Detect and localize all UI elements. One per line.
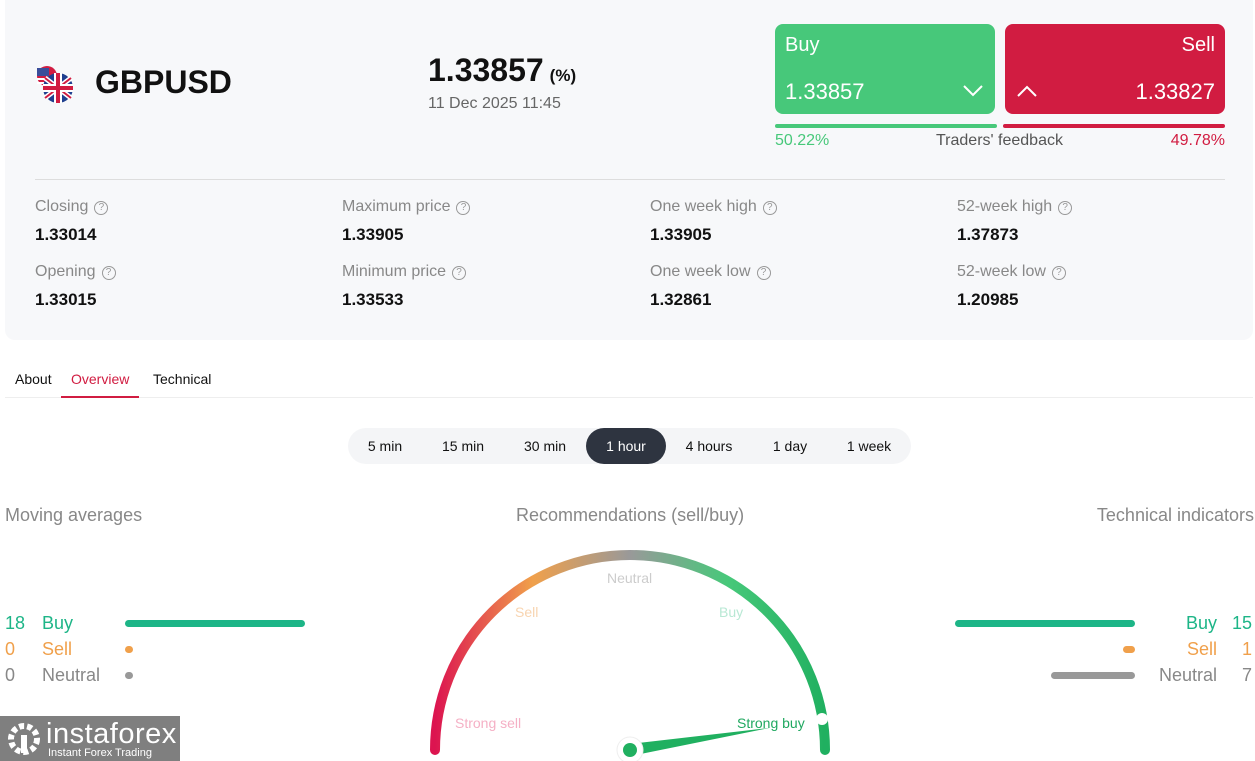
- period-1day[interactable]: 1 day: [752, 428, 828, 464]
- stat-item: 52-week low? 1.20985: [957, 263, 1066, 310]
- gauge-needle: [629, 727, 771, 756]
- tab-overview[interactable]: Overview: [61, 371, 140, 398]
- moving_averages-bar: [125, 646, 133, 653]
- chevron-down-icon: [963, 81, 983, 102]
- stat-value: 1.33905: [342, 225, 404, 244]
- stat-label: Maximum price: [342, 198, 451, 215]
- chevron-up-icon: [1017, 81, 1037, 102]
- gauge-label-strong-sell: Strong sell: [455, 715, 521, 731]
- sell-label: Sell: [1181, 34, 1215, 56]
- tab-bar: About Overview Technical: [5, 360, 1253, 398]
- divider: [35, 179, 1225, 180]
- period-selector: 5 min 15 min 30 min 1 hour 4 hours 1 day…: [348, 428, 911, 464]
- sell-price: 1.33827: [1135, 79, 1215, 104]
- technical-indicators-title: Technical indicators: [1096, 505, 1254, 525]
- moving_averages-label: Neutral: [42, 665, 101, 685]
- stat-item: Minimum price? 1.33533: [342, 263, 467, 310]
- technical_indicators-count: 7: [1241, 665, 1252, 685]
- gauge-label-buy: Buy: [719, 604, 743, 620]
- help-icon[interactable]: ?: [1051, 266, 1066, 280]
- feedback-buy-pct: 50.22%: [775, 132, 830, 149]
- technical_indicators-bar: [1051, 672, 1135, 679]
- stat-value: 1.33015: [35, 290, 97, 309]
- gb-us-flag-icon: [37, 66, 73, 103]
- gauge-label-neutral: Neutral: [607, 570, 652, 586]
- logo-tagline: Instant Forex Trading: [48, 747, 152, 759]
- help-icon[interactable]: ?: [762, 201, 777, 215]
- sell-button[interactable]: Sell 1.33827: [1005, 24, 1225, 114]
- technical_indicators-count: 1: [1241, 639, 1252, 659]
- help-icon[interactable]: ?: [452, 266, 467, 280]
- feedback-label: Traders' feedback: [936, 132, 1063, 149]
- help-icon[interactable]: ?: [101, 266, 116, 280]
- help-icon[interactable]: ?: [1058, 201, 1073, 215]
- recommendations-title: Recommendations (sell/buy): [516, 505, 745, 525]
- technical_indicators-count: 15: [1231, 613, 1252, 633]
- stat-label: One week high: [650, 198, 757, 215]
- help-icon[interactable]: ?: [756, 266, 771, 280]
- instaforex-logo: instaforex Instant Forex Trading: [0, 716, 180, 761]
- stat-value: 1.33533: [342, 290, 404, 309]
- stat-value: 1.33014: [35, 225, 97, 244]
- price-change: (%): [549, 66, 577, 85]
- feedback-sell-pct: 49.78%: [1170, 132, 1225, 149]
- period-30min[interactable]: 30 min: [504, 428, 586, 464]
- stat-label: Opening: [35, 263, 96, 280]
- technical_indicators-label: Sell: [1186, 639, 1217, 659]
- price-value: 1.33857: [428, 52, 544, 88]
- tab-about[interactable]: About: [15, 371, 52, 387]
- current-price: 1.33857 (%): [428, 52, 576, 89]
- technical_indicators-bar: [955, 620, 1135, 627]
- tab-technical[interactable]: Technical: [153, 371, 211, 387]
- moving-averages-title: Moving averages: [5, 505, 143, 525]
- stat-value: 1.33905: [650, 225, 712, 244]
- period-4hours[interactable]: 4 hours: [666, 428, 752, 464]
- moving_averages-count: 18: [5, 613, 26, 633]
- feedback-sell-bar: [1003, 124, 1225, 128]
- buy-button[interactable]: Buy 1.33857: [775, 24, 995, 114]
- stat-value: 1.32861: [650, 290, 712, 309]
- stat-item: 52-week high? 1.37873: [957, 198, 1073, 245]
- stat-label: One week low: [650, 263, 751, 280]
- technical_indicators-label: Neutral: [1158, 665, 1217, 685]
- period-5min[interactable]: 5 min: [348, 428, 422, 464]
- stat-value: 1.37873: [957, 225, 1019, 244]
- stat-label: Minimum price: [342, 263, 447, 280]
- technical_indicators-bar: [1123, 646, 1135, 653]
- symbol-name: GBPUSD: [95, 64, 232, 100]
- moving_averages-count: 0: [5, 639, 16, 659]
- recommendation-gauge: Strong sell Sell Neutral Buy Strong buy: [430, 550, 830, 761]
- stat-label: Closing: [35, 198, 89, 215]
- stat-item: One week low? 1.32861: [650, 263, 771, 310]
- stat-item: Closing? 1.33014: [35, 198, 109, 245]
- moving_averages-bar: [125, 620, 305, 627]
- technical_indicators-label: Buy: [1185, 613, 1217, 633]
- moving_averages-label: Sell: [42, 639, 73, 659]
- needle-hub: [623, 743, 637, 757]
- stat-value: 1.20985: [957, 290, 1019, 309]
- feedback-buy-bar: [775, 124, 997, 128]
- period-1hour[interactable]: 1 hour: [586, 428, 666, 464]
- moving_averages-label: Buy: [42, 613, 74, 633]
- stat-item: Opening? 1.33015: [35, 263, 116, 310]
- gear-logo-icon: [8, 723, 40, 755]
- gauge-label-strong-buy: Strong buy: [737, 715, 805, 731]
- buy-label: Buy: [785, 34, 820, 56]
- help-icon[interactable]: ?: [456, 201, 471, 215]
- period-1week[interactable]: 1 week: [828, 428, 910, 464]
- stat-label: 52-week high: [957, 198, 1053, 215]
- stat-label: 52-week low: [957, 263, 1046, 280]
- moving_averages-bar: [125, 672, 133, 679]
- buy-price: 1.33857: [785, 79, 865, 104]
- gauge-label-sell: Sell: [515, 604, 538, 620]
- stat-item: Maximum price? 1.33905: [342, 198, 471, 245]
- help-icon[interactable]: ?: [94, 201, 109, 215]
- period-15min[interactable]: 15 min: [422, 428, 504, 464]
- gauge-marker: [816, 713, 828, 725]
- price-datetime: 11 Dec 2025 11:45: [428, 95, 561, 112]
- stat-item: One week high? 1.33905: [650, 198, 777, 245]
- moving_averages-count: 0: [5, 665, 16, 685]
